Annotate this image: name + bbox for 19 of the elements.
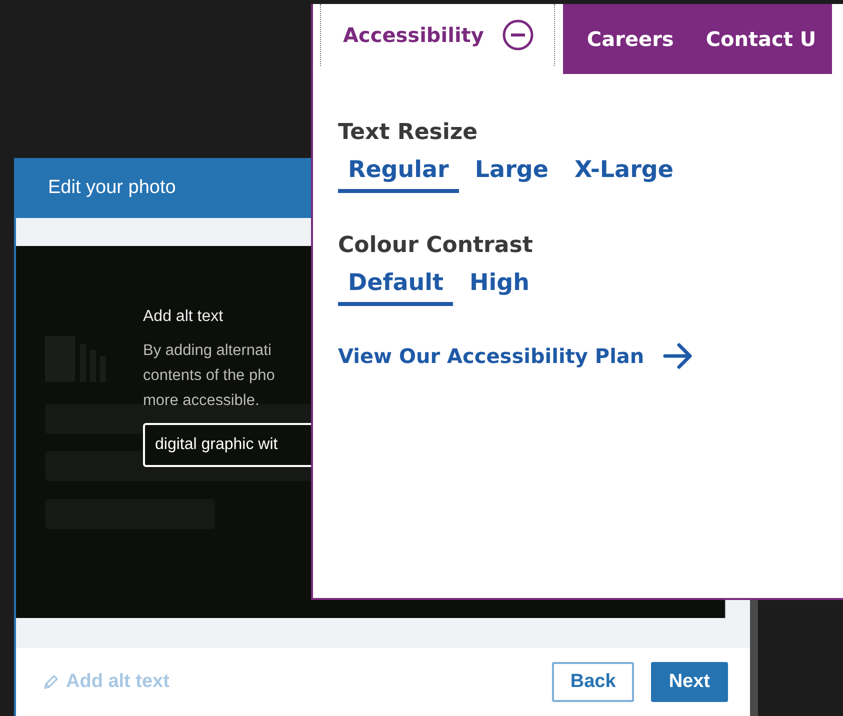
arrow-right-icon bbox=[662, 342, 694, 370]
option-tab[interactable]: X-Large bbox=[564, 155, 684, 193]
option-tab[interactable]: Default bbox=[338, 268, 454, 306]
next-button[interactable]: Next bbox=[650, 662, 728, 702]
accessibility-plan-link[interactable]: View Our Accessibility Plan bbox=[338, 342, 694, 370]
option-tab[interactable]: Regular bbox=[338, 155, 459, 193]
section-heading: Text Resize bbox=[338, 120, 479, 145]
back-button[interactable]: Back bbox=[552, 662, 634, 702]
option-tab[interactable]: High bbox=[459, 268, 540, 306]
alt-text-label: Add alt text bbox=[143, 308, 224, 326]
pencil-icon bbox=[42, 673, 60, 691]
option-tab[interactable]: Large bbox=[464, 155, 558, 193]
alt-text-field[interactable]: digital graphic wit bbox=[143, 423, 311, 467]
nav-tab[interactable]: Contact U bbox=[690, 4, 832, 74]
collapse-icon bbox=[502, 19, 534, 51]
alt-text-description: By adding alternati contents of the pho more accessible. bbox=[143, 341, 275, 411]
section-heading: Colour Contrast bbox=[338, 233, 534, 258]
nav-tab[interactable]: Accessibility bbox=[320, 4, 555, 66]
nav-tab[interactable]: Careers bbox=[562, 4, 690, 74]
